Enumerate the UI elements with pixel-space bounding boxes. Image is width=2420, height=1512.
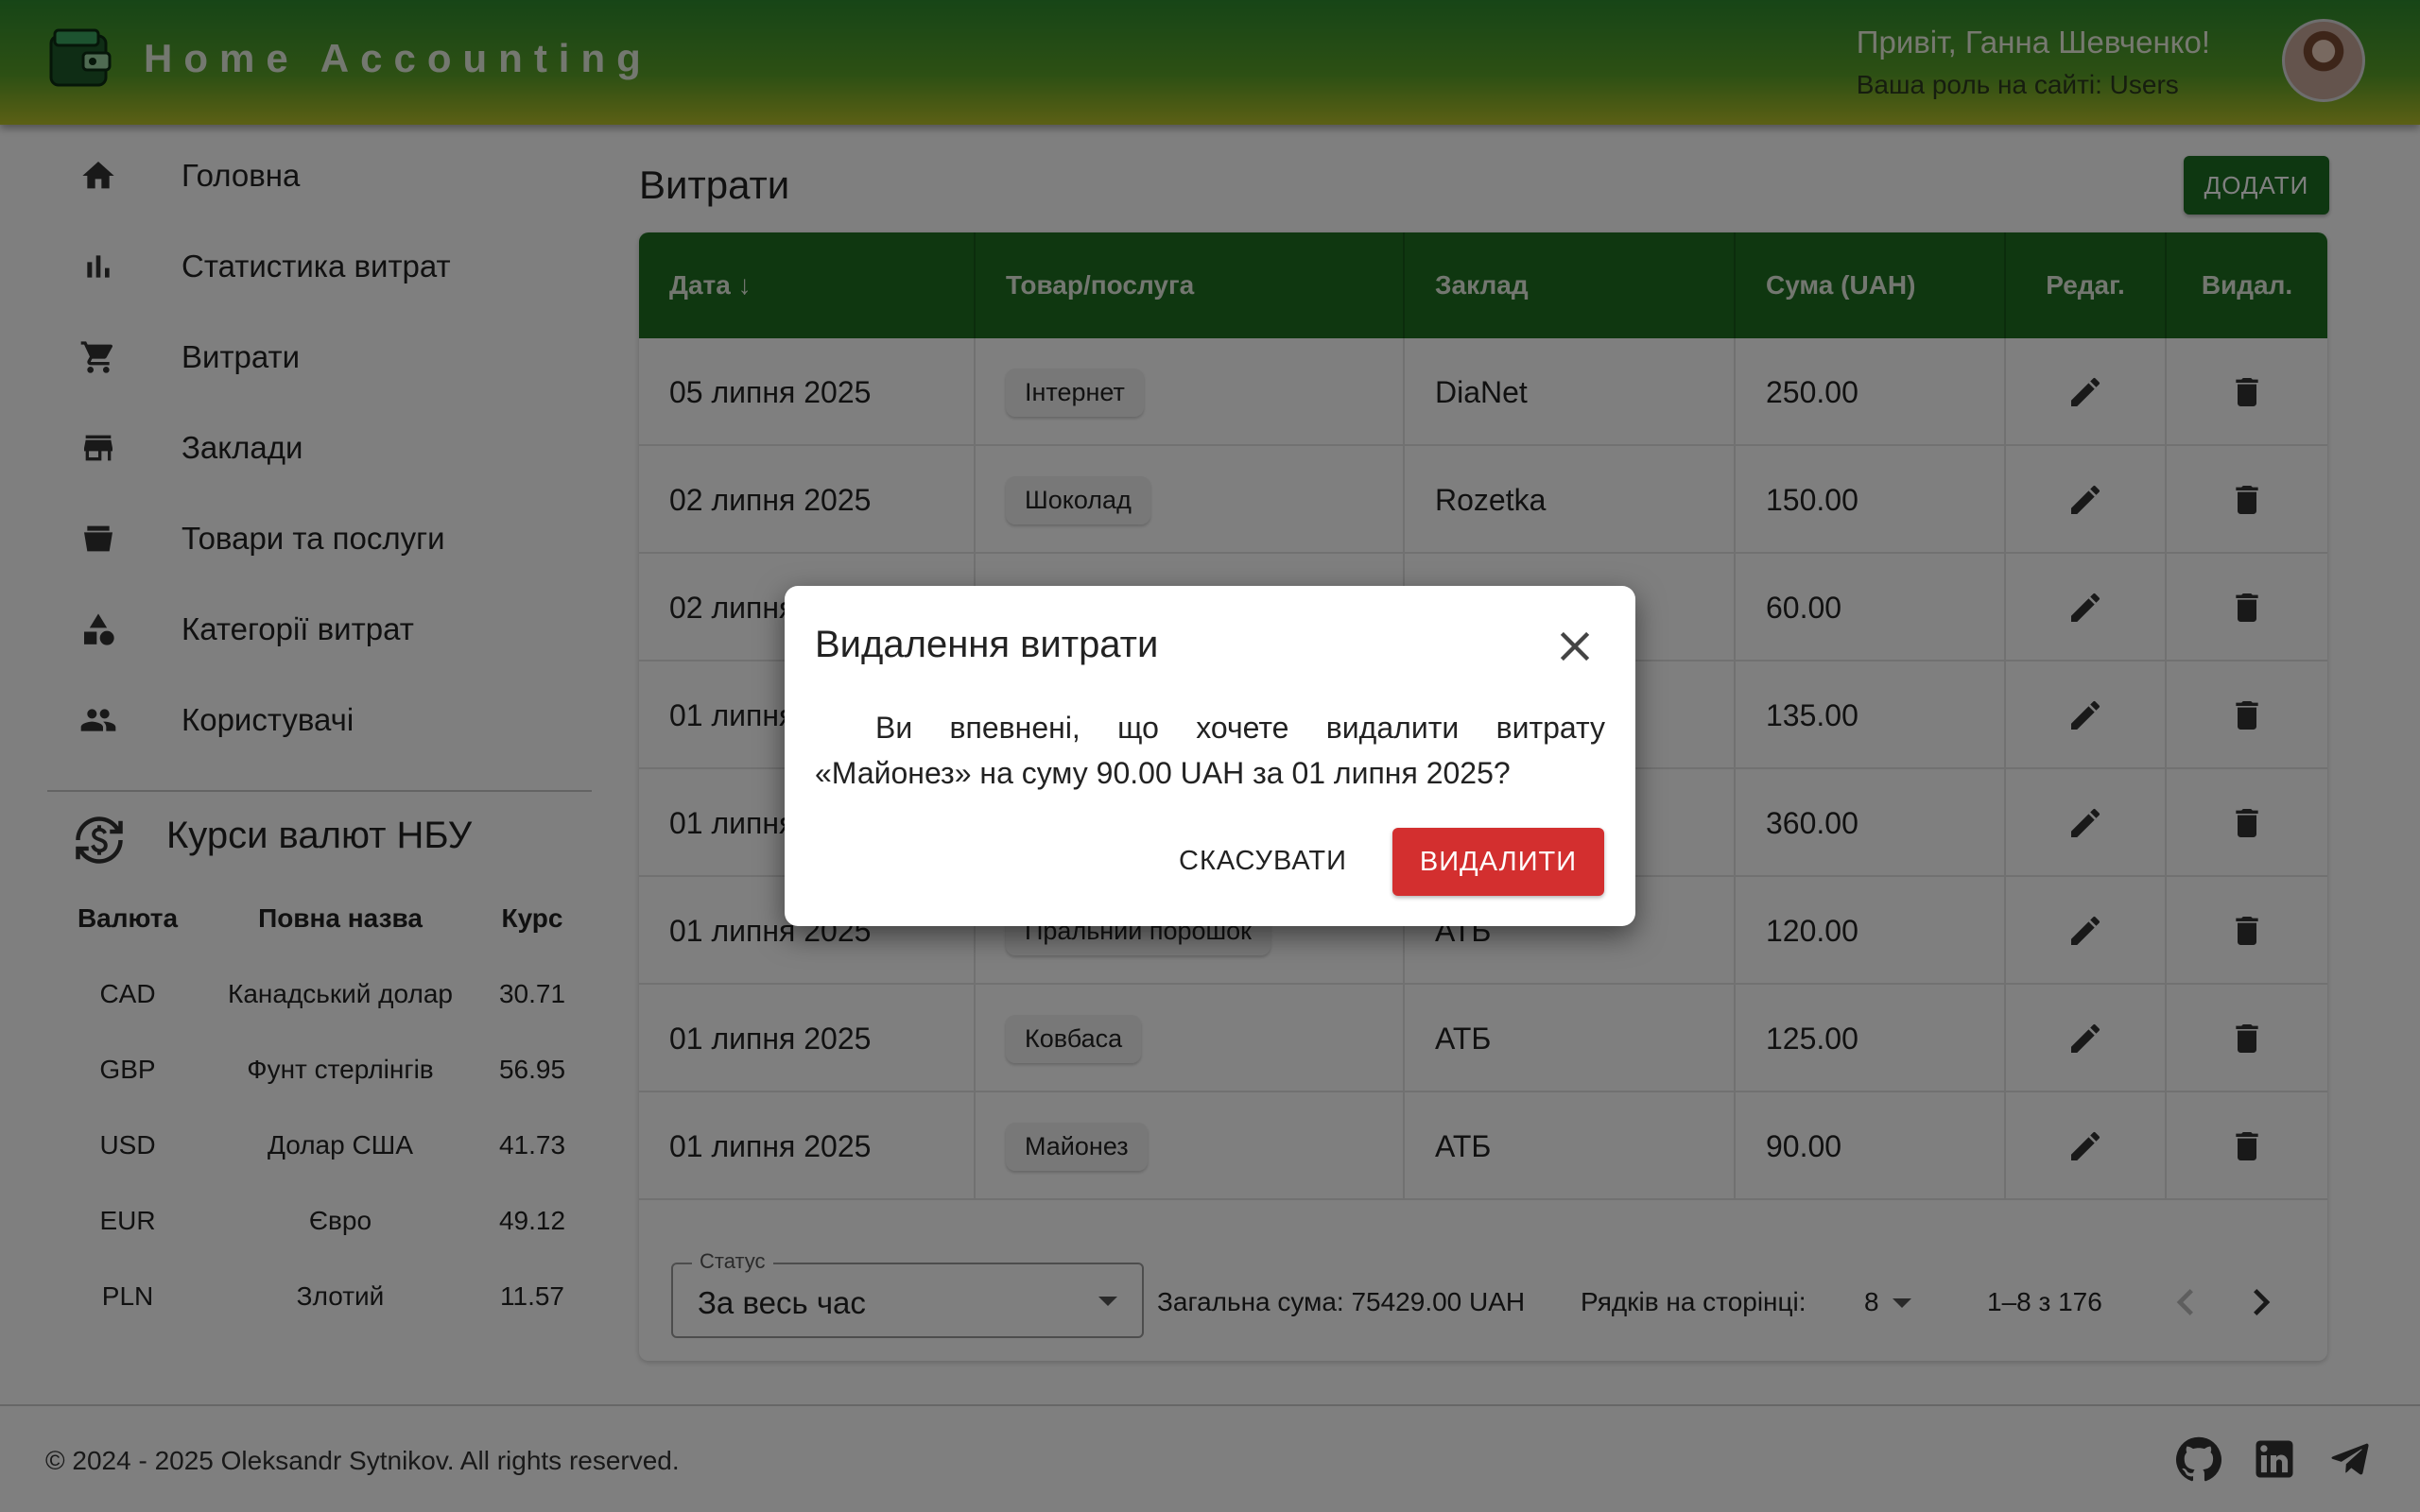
cancel-button[interactable]: СКАСУВАТИ	[1168, 830, 1357, 892]
close-icon[interactable]	[1550, 622, 1599, 671]
confirm-delete-button[interactable]: ВИДАЛИТИ	[1392, 828, 1604, 896]
dialog-title: Видалення витрати	[815, 624, 1159, 665]
dialog-message: Ви впевнені, що хочете видалити витрату …	[815, 711, 1605, 790]
